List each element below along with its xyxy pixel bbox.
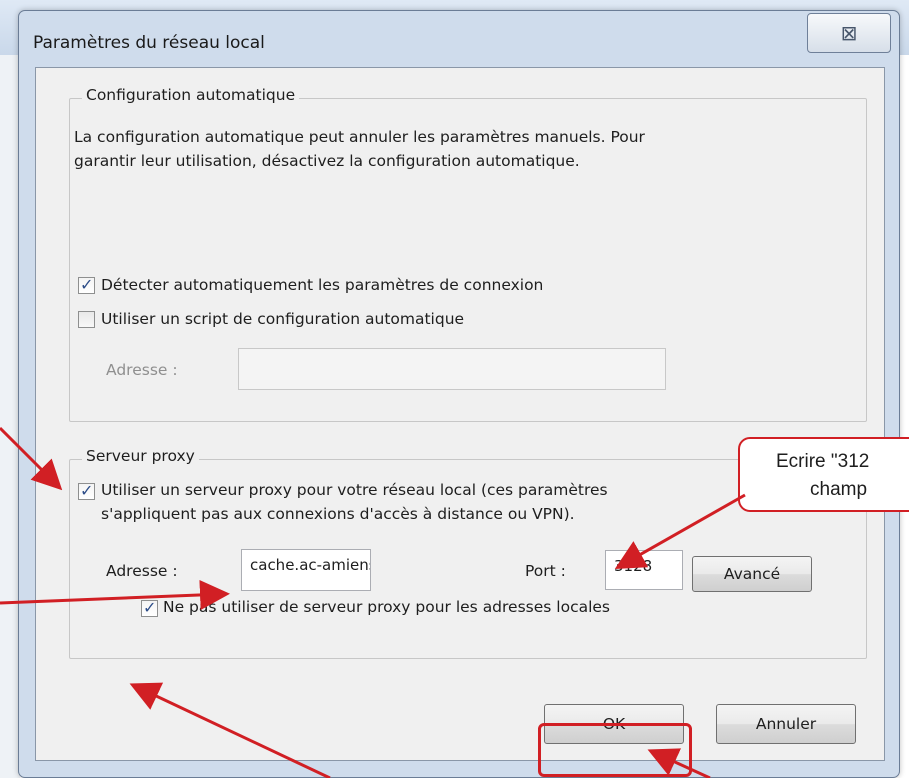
check-icon: ✓ xyxy=(80,275,94,294)
check-icon: ✓ xyxy=(143,598,157,617)
title-bar: Paramètres du réseau local ⊠ xyxy=(19,11,899,65)
check-icon: ✓ xyxy=(80,481,94,500)
background-edge xyxy=(0,55,20,778)
use-proxy-label: Utiliser un serveur proxy pour votre rés… xyxy=(101,481,608,523)
proxy-address-input[interactable]: cache.ac-amiens xyxy=(241,549,371,591)
close-icon: ⊠ xyxy=(840,21,858,45)
auto-config-group: Configuration automatique La configurati… xyxy=(69,86,867,422)
auto-config-title: Configuration automatique xyxy=(82,86,300,104)
advanced-button[interactable]: Avancé xyxy=(692,556,812,592)
ok-button-highlight xyxy=(538,723,692,777)
lan-settings-dialog: Paramètres du réseau local ⊠ Configurati… xyxy=(18,10,900,778)
proxy-port-input[interactable]: 3128 xyxy=(605,550,683,590)
script-address-input[interactable] xyxy=(238,348,666,390)
callout-text-line1: Ecrire "312 xyxy=(776,451,870,472)
auto-script-checkbox[interactable] xyxy=(78,311,95,328)
dialog-title: Paramètres du réseau local xyxy=(33,33,265,53)
proxy-address-label: Adresse : xyxy=(106,562,178,580)
cancel-button[interactable]: Annuler xyxy=(716,704,856,744)
detect-settings-label: Détecter automatiquement les paramètres … xyxy=(101,276,544,294)
auto-script-label: Utiliser un script de configuration auto… xyxy=(101,310,465,328)
dialog-content: Configuration automatique La configurati… xyxy=(35,67,885,761)
port-instruction-callout: Ecrire "312 champ xyxy=(738,437,909,512)
bypass-local-checkbox[interactable]: ✓ xyxy=(141,598,158,617)
bypass-local-label: Ne pas utiliser de serveur proxy pour le… xyxy=(163,598,611,616)
close-button[interactable]: ⊠ xyxy=(807,13,891,53)
callout-text-line2: champ xyxy=(810,479,868,500)
proxy-server-title: Serveur proxy xyxy=(82,447,199,465)
proxy-port-label: Port : xyxy=(525,562,566,580)
use-proxy-checkbox[interactable]: ✓ xyxy=(78,481,95,500)
detect-settings-checkbox[interactable]: ✓ xyxy=(78,275,95,294)
script-address-label: Adresse : xyxy=(106,361,178,379)
auto-config-description: La configuration automatique peut annule… xyxy=(74,128,645,170)
